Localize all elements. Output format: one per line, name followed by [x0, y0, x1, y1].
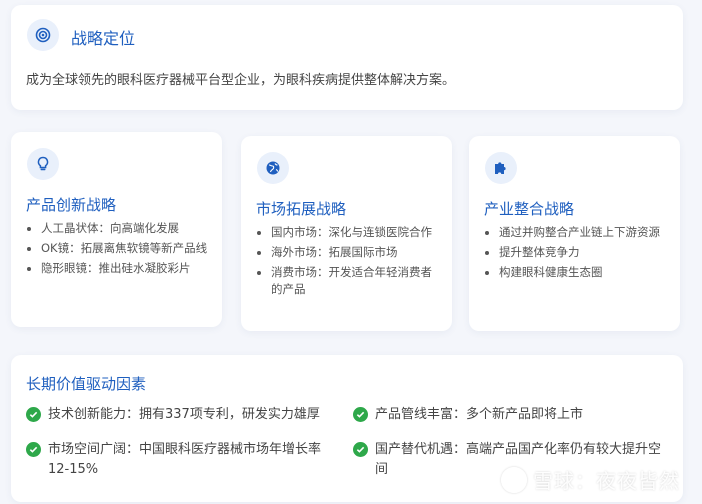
snowball-logo-icon	[501, 466, 527, 493]
market-expansion-card: 市场拓展战略 国内市场：深化与连锁医院合作 海外市场：拓展国际市场 消费市场：开…	[241, 136, 452, 331]
card-list: 国内市场：深化与连锁医院合作 海外市场：拓展国际市场 消费市场：开发适合年轻消费…	[256, 224, 440, 301]
list-item: 海外市场：拓展国际市场	[271, 244, 440, 261]
check-circle-icon	[26, 442, 41, 457]
strategy-title: 战略定位	[71, 29, 136, 48]
value-title: 长期价值驱动因素	[26, 375, 147, 393]
list-item: 消费市场：开发适合年轻消费者的产品	[271, 264, 440, 298]
value-item: 市场空间广阔：中国眼科医疗器械市场年增长率12-15%	[26, 440, 336, 480]
card-list: 通过并购整合产业链上下游资源 提升整体竞争力 构建眼科健康生态圈	[484, 224, 668, 284]
value-item: 技术创新能力：拥有337项专利，研发实力雄厚	[26, 405, 326, 425]
industry-integration-card: 产业整合战略 通过并购整合产业链上下游资源 提升整体竞争力 构建眼科健康生态圈	[469, 136, 680, 331]
check-circle-icon	[353, 407, 368, 422]
check-circle-icon	[26, 407, 41, 422]
card-title: 市场拓展战略	[256, 200, 347, 218]
list-item: 国内市场：深化与连锁医院合作	[271, 224, 440, 241]
value-item-text: 市场空间广阔：中国眼科医疗器械市场年增长率12-15%	[48, 442, 322, 477]
watermark: 雪球：夜夜皆然	[501, 465, 680, 494]
list-item: OK镜：拓展离焦软镜等新产品线	[41, 240, 210, 257]
value-item-text: 产品管线丰富：多个新产品即将上市	[375, 407, 584, 422]
puzzle-icon	[485, 152, 517, 184]
value-item: 产品管线丰富：多个新产品即将上市	[353, 405, 653, 425]
product-innovation-card: 产品创新战略 人工晶状体：向高端化发展 OK镜：拓展离焦软镜等新产品线 隐形眼镜…	[11, 132, 222, 327]
list-item: 提升整体竞争力	[499, 244, 668, 261]
target-icon	[27, 19, 59, 51]
lightbulb-icon	[27, 148, 59, 180]
strategy-description: 成为全球领先的眼科医疗器械平台型企业，为眼科疾病提供整体解决方案。	[26, 73, 456, 88]
watermark-text: 雪球：夜夜皆然	[533, 469, 680, 493]
check-circle-icon	[353, 442, 368, 457]
list-item: 通过并购整合产业链上下游资源	[499, 224, 668, 241]
list-item: 构建眼科健康生态圈	[499, 264, 668, 281]
globe-icon	[257, 152, 289, 184]
card-title: 产品创新战略	[26, 196, 117, 214]
card-list: 人工晶状体：向高端化发展 OK镜：拓展离焦软镜等新产品线 隐形眼镜：推出硅水凝胶…	[26, 220, 210, 280]
list-item: 隐形眼镜：推出硅水凝胶彩片	[41, 260, 210, 277]
value-item-text: 技术创新能力：拥有337项专利，研发实力雄厚	[48, 407, 320, 422]
list-item: 人工晶状体：向高端化发展	[41, 220, 210, 237]
strategy-card: 战略定位 成为全球领先的眼科医疗器械平台型企业，为眼科疾病提供整体解决方案。	[11, 5, 683, 110]
card-title: 产业整合战略	[484, 200, 575, 218]
